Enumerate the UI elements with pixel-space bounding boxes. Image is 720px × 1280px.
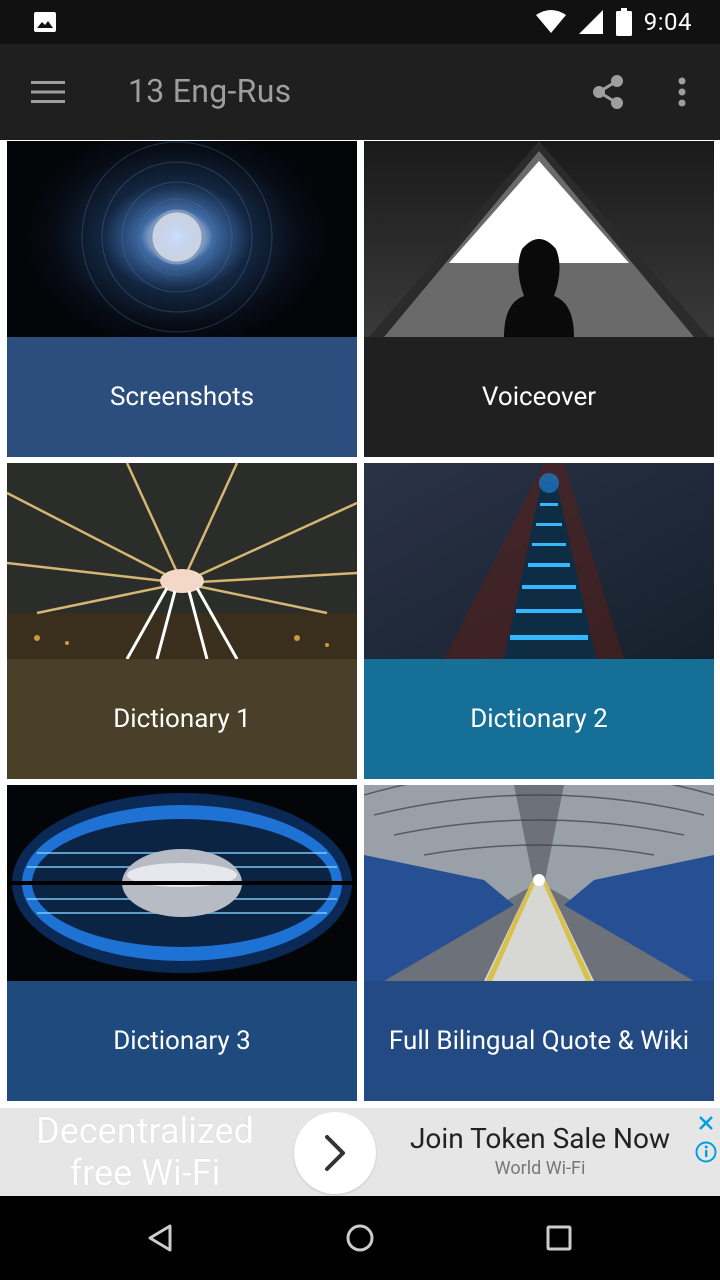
recents-icon	[546, 1225, 572, 1251]
tile-label-area: Dictionary 3	[7, 981, 357, 1101]
wifi-icon	[535, 10, 566, 33]
recents-button[interactable]	[535, 1214, 583, 1262]
tile-label: Voiceover	[481, 381, 597, 412]
tile-label: Full Bilingual Quote & Wiki	[388, 1025, 690, 1056]
ad-banner[interactable]: Decentralized free Wi-Fi Join Token Sale…	[0, 1108, 720, 1196]
signal-icon	[578, 10, 603, 34]
tile-label: Dictionary 2	[470, 703, 608, 734]
tile-dictionary-3[interactable]: Dictionary 3	[7, 785, 357, 1101]
app-bar: 13 Eng-Rus	[0, 44, 720, 140]
home-button[interactable]	[336, 1214, 384, 1262]
app-title: 13 Eng-Rus	[128, 72, 292, 110]
tile-voiceover[interactable]: Voiceover	[364, 141, 714, 457]
silhouette-triangle-image	[364, 141, 714, 337]
menu-icon	[31, 81, 65, 103]
close-icon	[699, 1116, 713, 1130]
image-notification-icon	[34, 12, 56, 32]
ferris-wheel-image	[7, 463, 357, 659]
navigation-bar	[0, 1196, 720, 1280]
home-icon	[346, 1224, 374, 1252]
share-icon	[593, 75, 623, 109]
tunnel-lens-image	[7, 141, 357, 337]
share-button[interactable]	[584, 68, 632, 116]
menu-button[interactable]	[24, 68, 72, 116]
blue-lit-building-image	[7, 785, 357, 981]
tile-dictionary-2[interactable]: Dictionary 2	[364, 463, 714, 779]
tunnel-corridor-image	[364, 785, 714, 981]
back-button[interactable]	[136, 1214, 184, 1262]
tile-label-area: Dictionary 1	[7, 659, 357, 779]
status-bar: 9:04	[0, 0, 720, 44]
tile-label-area: Dictionary 2	[364, 659, 714, 779]
screen: 9:04 13 Eng-Rus Screenshots Voiceover Di…	[0, 0, 720, 1280]
category-grid: Screenshots Voiceover Dictionary 1 Dicti…	[0, 140, 720, 1101]
tile-dictionary-1[interactable]: Dictionary 1	[7, 463, 357, 779]
tile-screenshots[interactable]: Screenshots	[7, 141, 357, 457]
tile-label-area: Full Bilingual Quote & Wiki	[364, 981, 714, 1101]
ad-big-text: Decentralized free Wi-Fi	[36, 1110, 254, 1194]
tile-label-area: Voiceover	[364, 337, 714, 457]
tile-full-bilingual-quote-wiki[interactable]: Full Bilingual Quote & Wiki	[364, 785, 714, 1101]
battery-icon	[615, 8, 632, 36]
skyscraper-image	[364, 463, 714, 659]
ad-close-button[interactable]	[694, 1112, 718, 1134]
ad-go-button[interactable]	[294, 1112, 376, 1194]
info-icon	[695, 1141, 717, 1163]
ad-headline: Join Token Sale Now	[409, 1122, 671, 1155]
more-options-button[interactable]	[658, 68, 706, 116]
tile-label-area: Screenshots	[7, 337, 357, 457]
chevron-right-icon	[325, 1135, 345, 1171]
ad-advertiser: World Wi-Fi	[494, 1158, 586, 1179]
status-time: 9:04	[643, 8, 692, 36]
more-vert-icon	[678, 77, 686, 107]
tile-label: Dictionary 3	[113, 1025, 251, 1056]
tile-label: Screenshots	[109, 381, 255, 412]
tile-label: Dictionary 1	[113, 703, 251, 734]
ad-info-button[interactable]	[694, 1140, 718, 1164]
back-icon	[148, 1224, 172, 1252]
